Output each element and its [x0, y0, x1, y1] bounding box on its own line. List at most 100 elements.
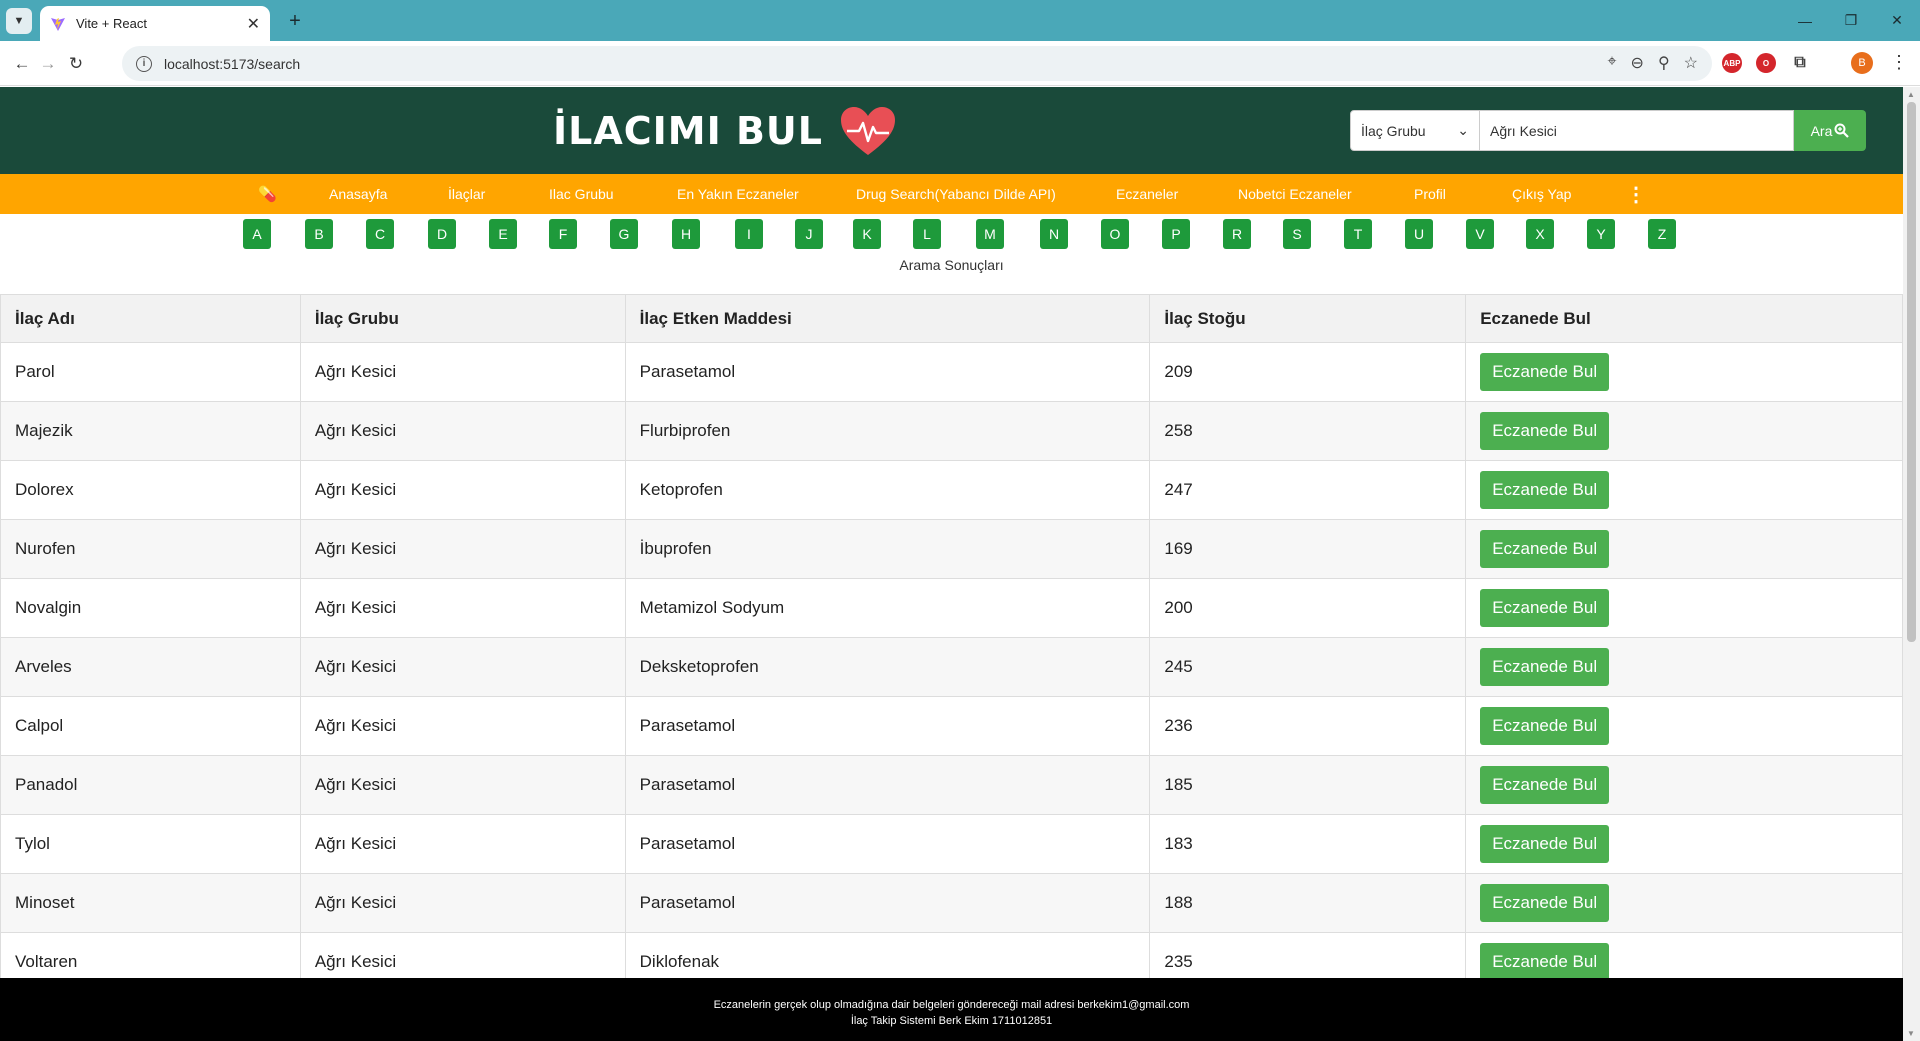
forward-icon[interactable]: → [34, 50, 62, 78]
cell-action: Eczanede Bul [1465, 755, 1903, 815]
cell-stock: 169 [1149, 519, 1467, 579]
cell-active-ingredient: Parasetamol [624, 755, 1151, 815]
more-vertical-icon[interactable]: ⋮ [1626, 174, 1646, 214]
window-controls: — ❐ ✕ [1782, 0, 1920, 41]
cell-active-ingredient: İbuprofen [624, 519, 1151, 579]
address-bar[interactable]: i localhost:5173/search ⌖ ⊖ ⚲ ☆ [122, 46, 1712, 81]
alphabet-filter: A B C D E F G H I JK L M N O P R S T U V X Y Z [0, 216, 1903, 252]
letter-button-f[interactable]: F [549, 219, 577, 249]
nav-on-duty-pharmacies[interactable]: Nobetci Eczaneler [1238, 174, 1352, 214]
vite-logo-icon [51, 17, 65, 31]
letter-button-h[interactable]: H [672, 219, 700, 249]
table-row: Arveles Ağrı Kesici Deksketoprofen 245 Eczan… [0, 637, 1903, 697]
letter-button-y[interactable]: Y [1587, 219, 1615, 249]
new-tab-button[interactable]: + [282, 8, 308, 34]
window-close-icon[interactable]: ✕ [1874, 0, 1920, 41]
letter-button-l[interactable]: L [913, 219, 941, 249]
letter-button-n[interactable]: N [1040, 219, 1068, 249]
find-in-pharmacy-button[interactable]: Eczanede Bul [1480, 707, 1610, 745]
nav-pharmacies[interactable]: Eczaneler [1116, 174, 1178, 214]
letter-button-r[interactable]: R [1223, 219, 1251, 249]
search-button[interactable]: Ara [1794, 110, 1866, 151]
letter-button-v[interactable]: V [1466, 219, 1494, 249]
letter-button-g[interactable]: G [610, 219, 638, 249]
letter-button-s[interactable]: S [1283, 219, 1311, 249]
pin-icon[interactable]: ⚲ [1658, 53, 1670, 73]
close-icon[interactable]: ✕ [247, 14, 260, 34]
letter-button-u[interactable]: U [1405, 219, 1433, 249]
location-icon[interactable]: ⌖ [1608, 53, 1617, 73]
scroll-up-icon[interactable]: ▲ [1907, 90, 1915, 99]
scroll-thumb[interactable] [1907, 102, 1916, 642]
letter-button-a[interactable]: A [243, 219, 271, 249]
reload-icon[interactable]: ↻ [62, 50, 90, 78]
find-in-pharmacy-button[interactable]: Eczanede Bul [1480, 530, 1610, 568]
nav-logout[interactable]: Çıkış Yap [1512, 174, 1571, 214]
table-header-row: İlaç Adı İlaç Grubu İlaç Etken Maddesi İ… [0, 294, 1903, 343]
letter-button-o[interactable]: O [1101, 219, 1129, 249]
search-input[interactable] [1480, 110, 1794, 151]
profile-avatar[interactable]: B [1851, 52, 1873, 74]
find-in-pharmacy-button[interactable]: Eczanede Bul [1480, 943, 1610, 981]
site-header: İLACIMI BUL İlaç Grubu ⌄ Ara [0, 87, 1903, 174]
cell-stock: 200 [1149, 578, 1467, 638]
letter-button-d[interactable]: D [428, 219, 456, 249]
find-in-pharmacy-button[interactable]: Eczanede Bul [1480, 766, 1610, 804]
find-in-pharmacy-button[interactable]: Eczanede Bul [1480, 412, 1610, 450]
search-category-value: İlaç Grubu [1361, 122, 1426, 139]
letter-button-c[interactable]: C [366, 219, 394, 249]
letter-button-p[interactable]: P [1162, 219, 1190, 249]
nav-drug-search-api[interactable]: Drug Search(Yabancı Dilde API) [856, 174, 1056, 214]
letter-button-e[interactable]: E [489, 219, 517, 249]
search-category-select[interactable]: İlaç Grubu ⌄ [1350, 110, 1480, 151]
browser-tab[interactable]: Vite + React ✕ [40, 6, 270, 41]
site-info-icon[interactable]: i [136, 55, 152, 72]
results-table: İlaç Adı İlaç Grubu İlaç Etken Maddesi İ… [0, 294, 1903, 992]
zoom-icon[interactable]: ⊖ [1631, 53, 1644, 73]
back-icon[interactable]: ← [8, 50, 36, 78]
letter-button-t[interactable]: T [1344, 219, 1372, 249]
find-in-pharmacy-button[interactable]: Eczanede Bul [1480, 589, 1610, 627]
opera-icon[interactable]: O [1756, 53, 1776, 73]
find-in-pharmacy-button[interactable]: Eczanede Bul [1480, 648, 1610, 686]
nav-drug-group[interactable]: Ilac Grubu [549, 174, 614, 214]
table-row: Majezik Ağrı Kesici Flurbiprofen 258 Eczaned… [0, 401, 1903, 461]
letter-button-k[interactable]: K [853, 219, 881, 249]
page-scrollbar[interactable]: ▲ ▼ [1903, 87, 1920, 1041]
cell-action: Eczanede Bul [1465, 873, 1903, 933]
letter-button-i[interactable]: I [735, 219, 763, 249]
header-stock: İlaç Stoğu [1149, 294, 1467, 343]
tab-search-button[interactable]: ▼ [6, 8, 32, 34]
chevron-down-icon: ⌄ [1457, 122, 1469, 138]
nav-drugs[interactable]: İlaçlar [448, 174, 485, 214]
cell-drug-group: Ağrı Kesici [299, 519, 626, 579]
brand[interactable]: İLACIMI BUL [553, 105, 897, 157]
more-menu-icon[interactable]: ⋮ [1890, 52, 1908, 73]
nav-home[interactable]: Anasayfa [329, 174, 387, 214]
table-row: Calpol Ağrı Kesici Parasetamol 236 Eczanede … [0, 696, 1903, 756]
cell-action: Eczanede Bul [1465, 401, 1903, 461]
adblock-icon[interactable]: ABP [1722, 53, 1742, 73]
restore-icon[interactable]: ❐ [1828, 0, 1874, 41]
letter-button-x[interactable]: X [1526, 219, 1554, 249]
cell-active-ingredient: Ketoprofen [624, 460, 1151, 520]
results-caption: Arama Sonuçları [899, 257, 1004, 273]
nav-nearest-pharmacies[interactable]: En Yakın Eczaneler [677, 174, 799, 214]
extensions-puzzle-icon[interactable]: ⧉ [1790, 53, 1810, 73]
bookmark-star-icon[interactable]: ☆ [1684, 53, 1698, 73]
cell-drug-name: Tylol [0, 814, 301, 874]
find-in-pharmacy-button[interactable]: Eczanede Bul [1480, 884, 1610, 922]
scroll-down-icon[interactable]: ▼ [1907, 1029, 1915, 1038]
pill-icon[interactable]: 💊 [258, 174, 277, 214]
search-icon [1834, 123, 1850, 138]
minimize-icon[interactable]: — [1782, 0, 1828, 41]
find-in-pharmacy-button[interactable]: Eczanede Bul [1480, 471, 1610, 509]
find-in-pharmacy-button[interactable]: Eczanede Bul [1480, 825, 1610, 863]
find-in-pharmacy-button[interactable]: Eczanede Bul [1480, 353, 1610, 391]
letter-button-j[interactable]: J [795, 219, 823, 249]
letter-button-m[interactable]: M [976, 219, 1004, 249]
nav-profile[interactable]: Profil [1414, 174, 1446, 214]
letter-button-z[interactable]: Z [1648, 219, 1676, 249]
letter-button-b[interactable]: B [305, 219, 333, 249]
cell-drug-group: Ağrı Kesici [299, 873, 626, 933]
